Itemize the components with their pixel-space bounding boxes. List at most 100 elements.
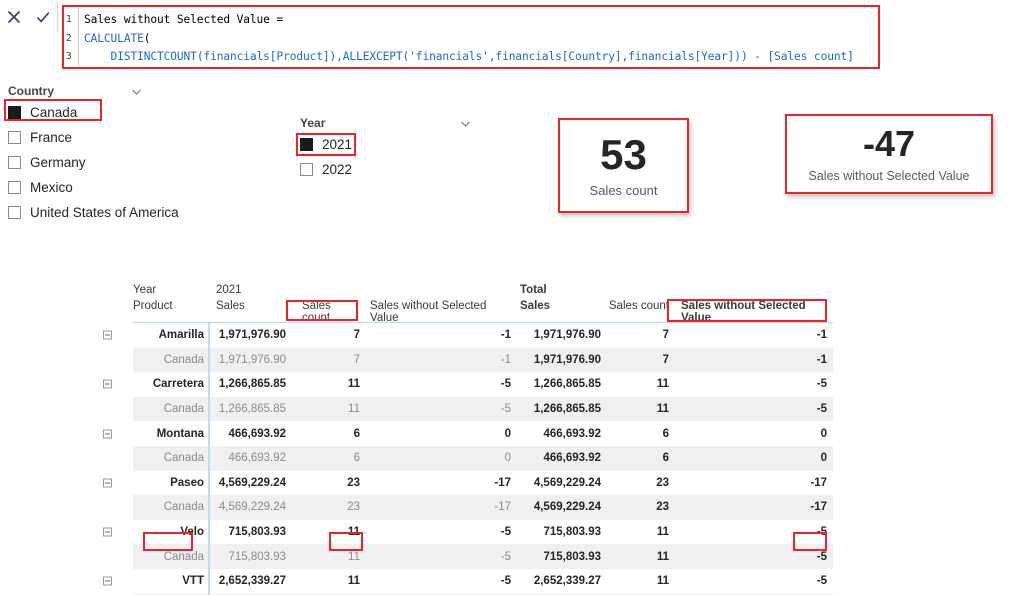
chevron-down-icon[interactable] xyxy=(130,85,143,98)
cell-sales-count-1: 23 xyxy=(294,477,366,489)
cell-swsv-2: -5 xyxy=(675,575,830,587)
sidebar-item-united-states-of-america[interactable]: United States of America xyxy=(8,200,208,225)
cell-sales-count-2: 7 xyxy=(607,329,675,341)
cell-sales-count-2: 6 xyxy=(607,452,675,464)
sidebar-item-canada[interactable]: Canada xyxy=(8,100,208,125)
matrix-col-sales-2[interactable]: Sales xyxy=(514,300,607,312)
matrix-col-sales-count-1[interactable]: Sales count xyxy=(294,300,366,324)
cell-sales-count-1: 11 xyxy=(294,378,366,390)
table-row[interactable]: Canada715,803.9311-5715,803.9311-5 xyxy=(133,544,833,569)
checkbox-2022[interactable] xyxy=(300,163,313,176)
table-row[interactable]: Carretera1,266,865.8511-51,266,865.8511-… xyxy=(133,372,833,397)
cell-sales-1: 2,652,339.27 xyxy=(208,575,294,587)
cell-swsv-2: -5 xyxy=(675,378,830,390)
sidebar-item-germany[interactable]: Germany xyxy=(8,150,208,175)
table-row[interactable]: VTT2,652,339.2711-52,652,339.2711-5 xyxy=(133,569,833,594)
collapse-icon[interactable] xyxy=(103,429,112,438)
collapse-icon[interactable] xyxy=(103,577,112,586)
cell-swsv-1: -5 xyxy=(366,378,514,390)
matrix-corner-year: Year xyxy=(133,284,208,296)
cell-sales-count-2: 11 xyxy=(607,551,675,563)
cell-sales-2: 466,693.92 xyxy=(514,452,607,464)
sidebar-item-2021[interactable]: 2021 xyxy=(300,132,480,157)
cell-sales-1: 4,569,229.24 xyxy=(208,501,294,513)
cell-sales-1: 715,803.93 xyxy=(208,526,294,538)
checkmark-icon[interactable] xyxy=(34,8,52,26)
matrix-col-swsv-2[interactable]: Sales without Selected Value xyxy=(675,300,830,324)
checkbox-germany[interactable] xyxy=(8,156,21,169)
matrix-row-label[interactable]: Velo xyxy=(133,526,208,538)
matrix-col-sales-count-2[interactable]: Sales count xyxy=(607,300,675,312)
sidebar-item-2022[interactable]: 2022 xyxy=(300,157,480,182)
card-value: 53 xyxy=(600,134,647,176)
formula-indent xyxy=(84,50,111,63)
matrix-col-swsv-1[interactable]: Sales without Selected Value xyxy=(366,300,514,324)
checkbox-mexico[interactable] xyxy=(8,181,21,194)
sidebar-item-label: 2021 xyxy=(322,137,352,152)
close-icon[interactable] xyxy=(5,8,23,26)
formula-measure-name: Sales without Selected Value = xyxy=(84,13,283,26)
matrix-row-label[interactable]: Canada xyxy=(133,551,208,563)
line-number: 3 xyxy=(65,48,78,67)
matrix-visual[interactable]: Year 2021 Total Product Sales Sales coun… xyxy=(133,284,833,595)
matrix-row-header-product[interactable]: Product xyxy=(133,300,208,312)
checkbox-canada[interactable] xyxy=(8,106,21,119)
cell-swsv-1: -1 xyxy=(366,354,514,366)
checkbox-united-states-of-america[interactable] xyxy=(8,206,21,219)
line-number: 1 xyxy=(65,11,78,30)
formula-line-numbers: 1 2 3 xyxy=(65,8,79,66)
collapse-icon[interactable] xyxy=(103,331,112,340)
matrix-row-label[interactable]: Canada xyxy=(133,501,208,513)
collapse-icon[interactable] xyxy=(103,528,112,537)
formula-token-allexcept: ALLEXCEPT xyxy=(343,50,403,63)
sidebar-item-label: United States of America xyxy=(30,205,179,220)
table-row[interactable]: Canada466,693.9260466,693.9260 xyxy=(133,446,833,471)
cell-sales-count-2: 6 xyxy=(607,428,675,440)
matrix-row-label[interactable]: Paseo xyxy=(133,477,208,489)
table-row[interactable]: Canada1,971,976.907-11,971,976.907-1 xyxy=(133,348,833,373)
matrix-row-label[interactable]: Amarilla xyxy=(133,329,208,341)
matrix-row-label[interactable]: Montana xyxy=(133,428,208,440)
card-sales-count[interactable]: 53 Sales count xyxy=(558,118,689,213)
matrix-row-label[interactable]: Carretera xyxy=(133,378,208,390)
collapse-icon[interactable] xyxy=(103,478,112,487)
dax-formula-editor[interactable]: 1 2 3 Sales without Selected Value = CAL… xyxy=(62,5,880,69)
chevron-down-icon[interactable] xyxy=(459,117,472,130)
matrix-body: Amarilla1,971,976.907-11,971,976.907-1Ca… xyxy=(133,323,833,595)
sidebar-item-france[interactable]: France xyxy=(8,125,208,150)
table-row[interactable]: Paseo4,569,229.2423-174,569,229.2423-17 xyxy=(133,471,833,496)
sidebar-item-label: France xyxy=(30,130,72,145)
country-slicer: Country Canada France Germany Mexico Uni… xyxy=(8,82,208,225)
cell-sales-count-2: 11 xyxy=(607,378,675,390)
formula-bar-toolbar xyxy=(0,2,58,32)
table-row[interactable]: Canada1,266,865.8511-51,266,865.8511-5 xyxy=(133,397,833,422)
formula-code-area[interactable]: Sales without Selected Value = CALCULATE… xyxy=(79,8,877,66)
table-row[interactable]: Montana466,693.9260466,693.9260 xyxy=(133,421,833,446)
matrix-row-label[interactable]: VTT xyxy=(133,575,208,587)
sidebar-item-mexico[interactable]: Mexico xyxy=(8,175,208,200)
cell-sales-count-1: 11 xyxy=(294,403,366,415)
matrix-col-sales-1[interactable]: Sales xyxy=(208,300,294,312)
checkbox-2021[interactable] xyxy=(300,138,313,151)
cell-swsv-1: -5 xyxy=(366,551,514,563)
matrix-header-bottom: Product Sales Sales count Sales without … xyxy=(133,300,833,320)
cell-swsv-2: -17 xyxy=(675,501,830,513)
card-sales-without-selected-value[interactable]: -47 Sales without Selected Value xyxy=(785,114,993,194)
cell-sales-count-1: 7 xyxy=(294,354,366,366)
cell-swsv-2: -5 xyxy=(675,551,830,563)
matrix-column-group-total: Total xyxy=(514,284,607,296)
cell-sales-count-1: 11 xyxy=(294,526,366,538)
matrix-row-label[interactable]: Canada xyxy=(133,354,208,366)
table-row[interactable]: Amarilla1,971,976.907-11,971,976.907-1 xyxy=(133,323,833,348)
cell-sales-2: 1,971,976.90 xyxy=(514,329,607,341)
matrix-row-label[interactable]: Canada xyxy=(133,452,208,464)
collapse-icon[interactable] xyxy=(103,380,112,389)
checkbox-france[interactable] xyxy=(8,131,21,144)
matrix-column-group-2021: 2021 xyxy=(208,284,294,296)
table-row[interactable]: Canada4,569,229.2423-174,569,229.2423-17 xyxy=(133,495,833,520)
table-row[interactable]: Velo715,803.9311-5715,803.9311-5 xyxy=(133,520,833,545)
matrix-row-label[interactable]: Canada xyxy=(133,403,208,415)
year-slicer: Year 2021 2022 xyxy=(300,114,480,182)
cell-sales-count-1: 7 xyxy=(294,329,366,341)
country-slicer-title: Country xyxy=(8,84,54,98)
